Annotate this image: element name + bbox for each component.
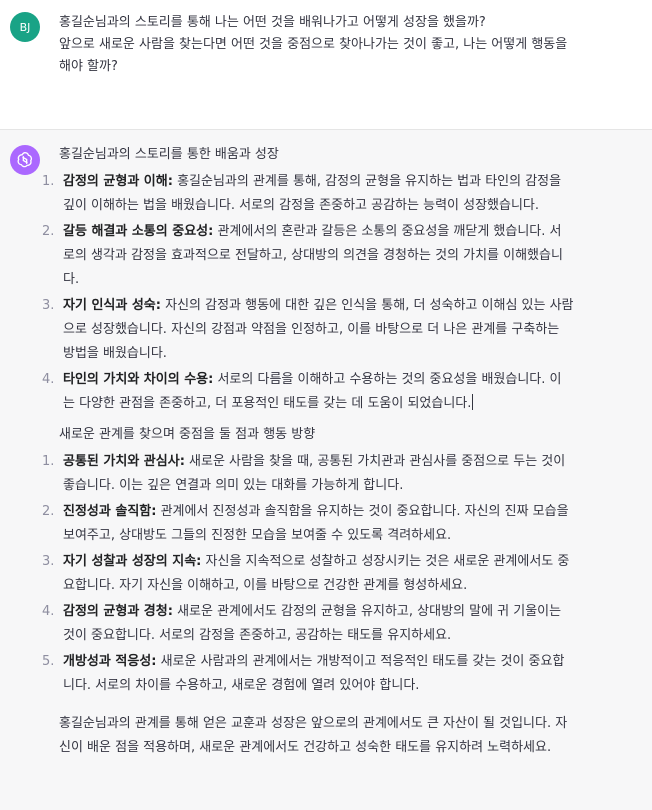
item-text: 새로운 사람과의 관계에서는 개방적이고 적응적인 태도를 갖는 것이 중요합 [156,654,565,669]
list-item: 5. 개방성과 적응성: 새로운 사람과의 관계에서는 개방적이고 적응적인 태… [42,650,639,698]
item-text: 깊이 이해하는 법을 배웠습니다. 서로의 감정을 존중하고 공감하는 능력이 … [63,198,540,213]
assistant-response: 홍길순님과의 스토리를 통한 배움과 성장 1. 감정의 균형과 이해: 홍길순… [42,144,639,760]
item-text: 서로의 다름을 이해하고 수용하는 것의 중요성을 배웠습니다. 이 [213,372,562,387]
item-text: 로의 생각과 감정을 효과적으로 전달하고, 상대방의 의견을 경청하는 것의 … [63,248,563,263]
item-title: 공통된 가치와 관심사: [63,454,185,469]
list-item: 2. 진정성과 솔직함: 관계에서 진정성과 솔직함을 유지하는 것이 중요합니… [42,500,639,548]
item-text: 방법을 배웠습니다. [63,346,167,361]
item-text: 새로운 관계에서도 감정의 균형을 유지하고, 상대방의 말에 귀 기울이는 [172,604,562,619]
list-number: 2. [42,224,55,239]
list-item: 3. 자기 성찰과 성장의 지속: 자신을 지속적으로 성찰하고 성장시키는 것… [42,550,639,598]
user-message-line: 해야 할까? [59,59,118,74]
lessons-list: 1. 감정의 균형과 이해: 홍길순님과의 관계를 통해, 감정의 균형을 유지… [42,170,639,416]
list-item: 4. 타인의 가치와 차이의 수용: 서로의 다름을 이해하고 수용하는 것의 … [42,368,639,416]
item-text: 관계에서의 혼란과 갈등은 소통의 중요성을 깨닫게 했습니다. 서 [213,224,562,239]
item-title: 타인의 가치와 차이의 수용: [63,372,214,387]
item-title: 자기 인식과 성숙: [63,298,161,313]
user-message: BJ 홍길순님과의 스토리를 통해 나는 어떤 것을 배워나가고 어떻게 성장을… [0,0,652,130]
item-text: 니다. 서로의 차이를 수용하고, 새로운 경험에 열려 있어야 합니다. [63,678,420,693]
item-text: 것이 중요합니다. 서로의 감정을 존중하고, 공감하는 태도를 유지하세요. [63,628,452,643]
item-text: 는 다양한 관점을 존중하고, 더 포용적인 태도를 갖는 데 도움이 되었습니… [63,396,472,411]
list-item: 1. 공통된 가치와 관심사: 새로운 사람을 찾을 때, 공통된 가치관과 관… [42,450,639,498]
item-text: 자신의 감정과 행동에 대한 깊은 인식을 통해, 더 성숙하고 이해심 있는 … [160,298,574,313]
item-text: 새로운 사람을 찾을 때, 공통된 가치관과 관심사를 중점으로 두는 것이 [184,454,566,469]
item-title: 개방성과 적응성: [63,654,157,669]
item-text: 홍길순님과의 관계를 통해, 감정의 균형을 유지하는 법과 타인의 감정을 [172,174,562,189]
list-item: 1. 감정의 균형과 이해: 홍길순님과의 관계를 통해, 감정의 균형을 유지… [42,170,639,218]
user-message-text: 홍길순님과의 스토리를 통해 나는 어떤 것을 배워나가고 어떻게 성장을 했을… [59,12,639,78]
item-text: 요합니다. 자기 자신을 이해하고, 이를 바탕으로 건강한 관계를 형성하세요… [63,578,468,593]
section-heading: 홍길순님과의 스토리를 통한 배움과 성장 [59,147,279,162]
user-message-line: 앞으로 새로운 사람을 찾는다면 어떤 것을 중점으로 찾아나가는 것이 좋고,… [59,37,568,52]
item-text: 좋습니다. 이는 깊은 연결과 의미 있는 대화를 가능하게 합니다. [63,478,404,493]
list-number: 4. [42,372,55,387]
closing-paragraph: 홍길순님과의 관계를 통해 얻은 교훈과 성장은 앞으로의 관계에서도 큰 자산… [59,712,639,760]
user-avatar: BJ [10,12,40,42]
closing-line: 홍길순님과의 관계를 통해 얻은 교훈과 성장은 앞으로의 관계에서도 큰 자산… [59,716,568,731]
list-item: 3. 자기 인식과 성숙: 자신의 감정과 행동에 대한 깊은 인식을 통해, … [42,294,639,366]
item-text: 자신을 지속적으로 성찰하고 성장시키는 것은 새로운 관계에서도 중 [201,554,570,569]
user-message-line: 홍길순님과의 스토리를 통해 나는 어떤 것을 배워나가고 어떻게 성장을 했을… [59,15,486,30]
closing-line: 신이 배운 점을 적용하며, 새로운 관계에서도 건강하고 성숙한 태도를 유지… [59,740,552,755]
openai-logo-icon [10,145,40,175]
list-item: 4. 감정의 균형과 경청: 새로운 관계에서도 감정의 균형을 유지하고, 상… [42,600,639,648]
section-heading: 새로운 관계를 찾으며 중점을 둘 점과 행동 방향 [59,427,316,442]
item-text: 보여주고, 상대방도 그들의 진정한 모습을 보여줄 수 있도록 격려하세요. [63,528,452,543]
item-text: 다. [63,272,80,287]
list-item: 2. 갈등 해결과 소통의 중요성: 관계에서의 혼란과 갈등은 소통의 중요성… [42,220,639,292]
item-title: 감정의 균형과 이해: [63,174,173,189]
list-number: 1. [42,174,55,189]
list-number: 3. [42,554,55,569]
list-number: 4. [42,604,55,619]
advice-list: 1. 공통된 가치와 관심사: 새로운 사람을 찾을 때, 공통된 가치관과 관… [42,450,639,698]
item-text: 관계에서 진정성과 솔직함을 유지하는 것이 중요합니다. 자신의 진짜 모습을 [156,504,569,519]
item-title: 진정성과 솔직함: [63,504,157,519]
item-text: 으로 성장했습니다. 자신의 강점과 약점을 인정하고, 이를 바탕으로 더 나… [63,322,560,337]
item-title: 자기 성찰과 성장의 지속: [63,554,202,569]
list-number: 2. [42,504,55,519]
item-title: 갈등 해결과 소통의 중요성: [63,224,214,239]
text-cursor [472,394,474,410]
list-number: 3. [42,298,55,313]
list-number: 5. [42,654,55,669]
item-title: 감정의 균형과 경청: [63,604,173,619]
list-number: 1. [42,454,55,469]
